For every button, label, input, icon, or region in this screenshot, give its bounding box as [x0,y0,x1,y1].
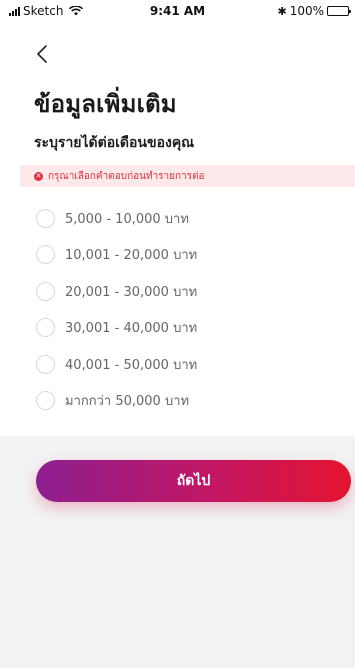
bluetooth-icon: ✱ [277,4,287,18]
option-label: 5,000 - 10,000 บาท [65,211,189,227]
status-bar: Sketch 9:41 AM ✱ 100% [0,0,355,22]
option-label: 40,001 - 50,000 บาท [65,357,198,373]
radio-option[interactable]: มากกว่า 50,000 บาท [36,383,355,420]
next-button[interactable]: ถัดไป [36,460,351,502]
page-title: ข้อมูลเพิ่มเติม [34,90,177,118]
radio-option[interactable]: 30,001 - 40,000 บาท [36,310,355,347]
status-right: ✱ 100% [277,4,351,18]
battery-icon [327,6,351,16]
radio-button[interactable] [36,281,55,301]
error-message: กรุณาเลือกคำตอบก่อนทำรายการต่อ [48,170,205,182]
option-label: 30,001 - 40,000 บาท [65,321,198,337]
x-icon: ✕ [34,171,43,181]
battery-label: 100% [289,4,324,18]
option-label: 10,001 - 20,000 บาท [65,248,198,264]
question-label: ระบุรายได้ต่อเดือนของคุณ [34,135,195,151]
option-label: 20,001 - 30,000 บาท [65,284,198,300]
radio-button[interactable] [36,354,55,374]
back-button[interactable] [30,42,54,66]
radio-option[interactable]: 5,000 - 10,000 บาท [36,200,355,237]
radio-option[interactable]: 10,001 - 20,000 บาท [36,237,355,274]
content-panel: Sketch 9:41 AM ✱ 100% ข้อมูลเพิ่มเติม ระ… [0,0,355,436]
radio-option[interactable]: 40,001 - 50,000 บาท [36,346,355,383]
option-label: มากกว่า 50,000 บาท [65,394,190,410]
screen: Sketch 9:41 AM ✱ 100% ข้อมูลเพิ่มเติม ระ… [0,0,355,668]
next-button-label: ถัดไป [176,473,211,489]
radio-button[interactable] [36,245,55,265]
chevron-left-icon [37,45,47,63]
radio-button[interactable] [36,208,55,228]
radio-button[interactable] [36,391,55,411]
error-banner: ✕ กรุณาเลือกคำตอบก่อนทำรายการต่อ [20,165,355,187]
radio-option[interactable]: 20,001 - 30,000 บาท [36,273,355,310]
radio-button[interactable] [36,318,55,338]
income-options: 5,000 - 10,000 บาท 10,001 - 20,000 บาท 2… [36,200,355,419]
